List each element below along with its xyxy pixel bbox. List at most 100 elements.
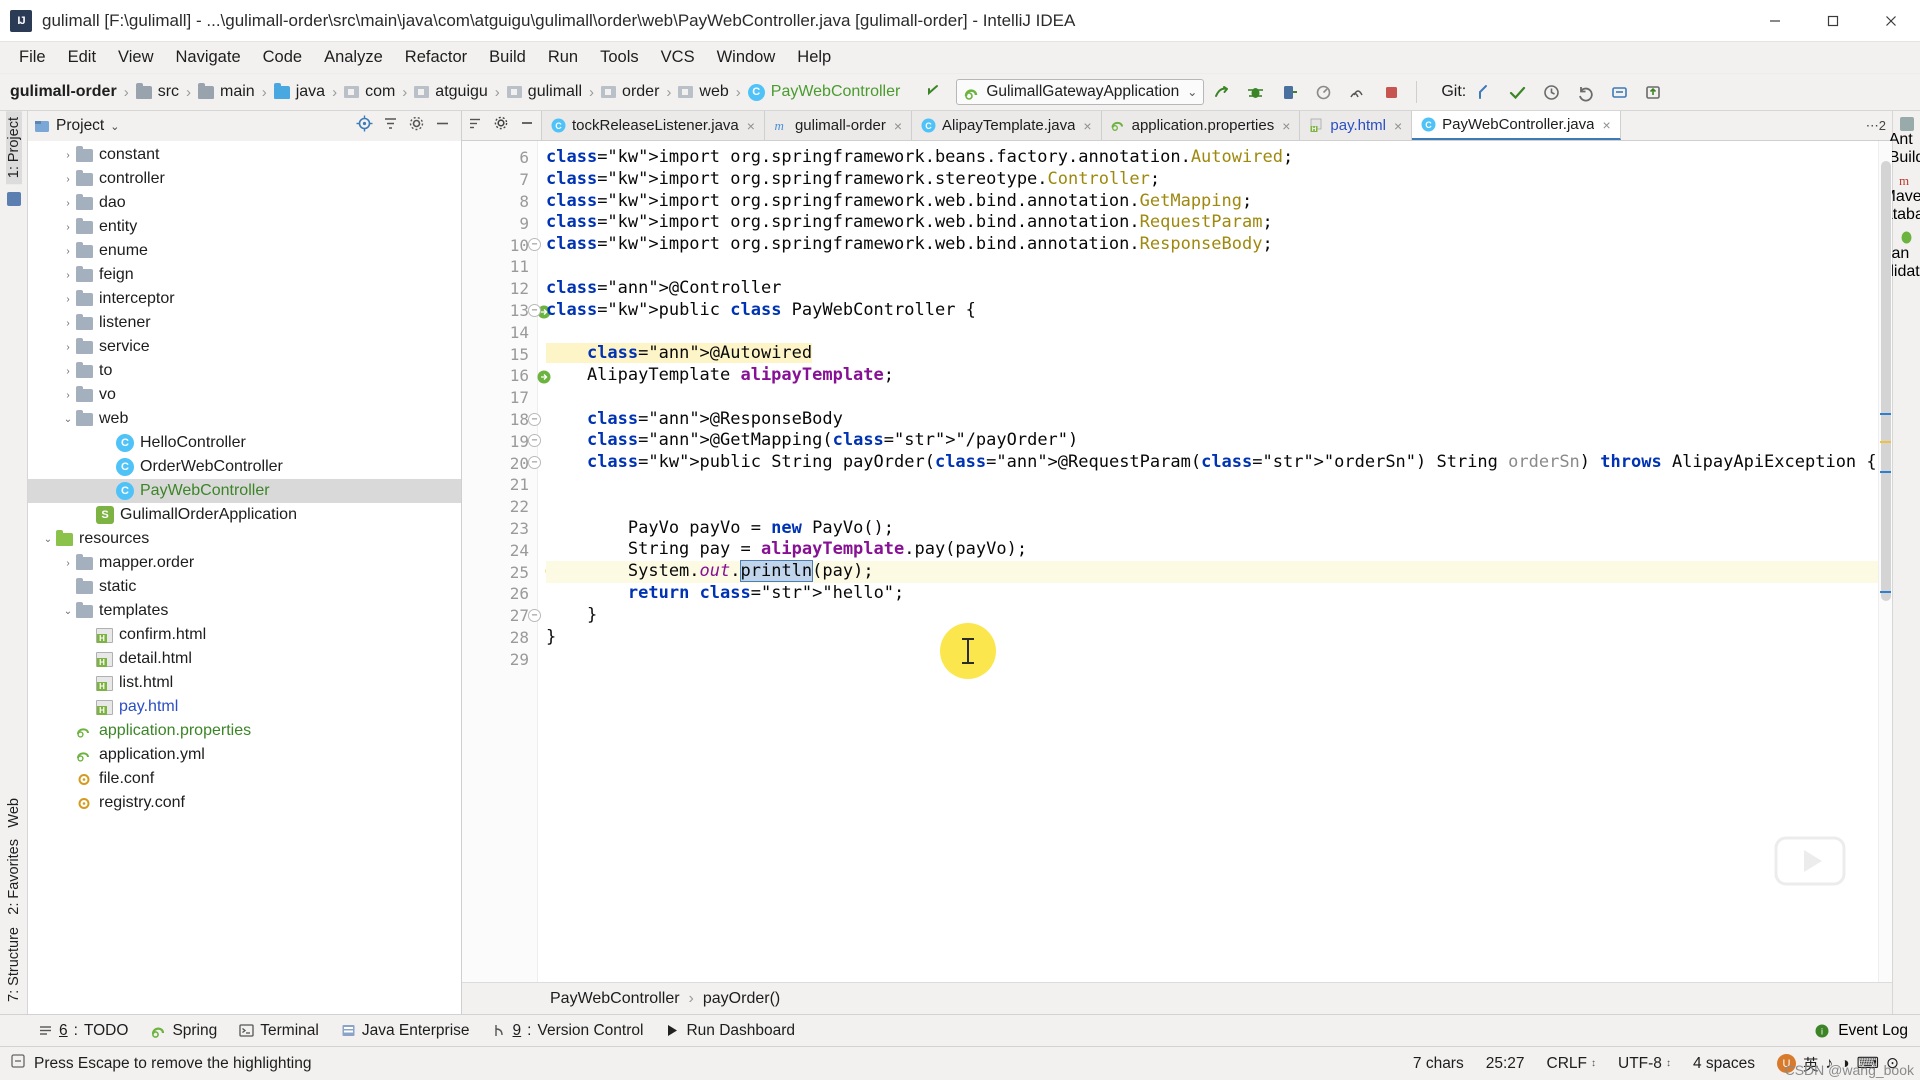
rail-item-web[interactable]: Web [6, 792, 22, 834]
rollback-icon[interactable] [1570, 77, 1600, 107]
code-line-14[interactable] [546, 321, 1878, 343]
breadcrumb-class[interactable]: C PayWebController [747, 83, 900, 101]
breadcrumb-java[interactable]: java [273, 82, 325, 101]
status-encoding[interactable]: UTF-8 ↕ [1607, 1055, 1682, 1073]
tree-item-listener[interactable]: › listener [28, 311, 461, 335]
breadcrumb-src[interactable]: src [135, 82, 179, 101]
tree-item-web[interactable]: ⌄ web [28, 407, 461, 431]
chevron-right-icon[interactable]: › [60, 774, 76, 785]
code-line-20[interactable]: class="kw">public String payOrder(class=… [546, 452, 1878, 474]
stop-icon[interactable] [1376, 77, 1406, 107]
chevron-right-icon[interactable]: › [60, 222, 76, 233]
code-editor[interactable]: 6 7 8 9 10−11 12 13−14 15 16 17 18−19−20−21 22 23 24 2… [462, 141, 1892, 982]
chevron-right-icon[interactable]: › [80, 630, 96, 641]
breadcrumb-atguigu[interactable]: atguigu [414, 83, 488, 101]
code-line-29[interactable] [546, 648, 1878, 670]
tree-item-mapper-order[interactable]: › mapper.order [28, 551, 461, 575]
breadcrumb-web[interactable]: web [678, 83, 729, 101]
chevron-right-icon[interactable]: › [60, 726, 76, 737]
breadcrumb-com[interactable]: com [344, 83, 395, 101]
breadcrumb-module[interactable]: gulimall-order [6, 83, 117, 101]
tree-item-to[interactable]: › to [28, 359, 461, 383]
menu-help[interactable]: Help [786, 45, 842, 70]
editor-tab-pay-html[interactable]: Hpay.html × [1300, 111, 1413, 140]
branch-icon[interactable] [1604, 77, 1634, 107]
close-icon[interactable]: × [1602, 117, 1610, 133]
chevron-right-icon[interactable]: › [80, 510, 96, 521]
menu-edit[interactable]: Edit [57, 45, 107, 70]
chevron-right-icon[interactable]: › [60, 798, 76, 809]
hide-panel-icon[interactable] [434, 115, 451, 137]
chevron-right-icon[interactable]: › [60, 582, 76, 593]
build-icon[interactable] [1342, 77, 1372, 107]
toolwindow-version-control[interactable]: 9: Version Control [492, 1022, 643, 1040]
tree-item-entity[interactable]: › entity [28, 215, 461, 239]
chevron-right-icon[interactable]: › [100, 462, 116, 473]
tree-item-list-html[interactable]: › list.html [28, 671, 461, 695]
close-icon[interactable]: × [894, 118, 902, 134]
chevron-right-icon[interactable]: › [100, 486, 116, 497]
chevron-right-icon[interactable]: › [80, 702, 96, 713]
commit-icon[interactable] [1502, 77, 1532, 107]
code-line-16[interactable]: AlipayTemplate alipayTemplate; [546, 365, 1878, 387]
chevron-right-icon[interactable]: › [60, 390, 76, 401]
code-line-17[interactable] [546, 387, 1878, 409]
chevron-right-icon[interactable]: › [60, 318, 76, 329]
tree-item-application-properties[interactable]: › application.properties [28, 719, 461, 743]
menu-tools[interactable]: Tools [589, 45, 650, 70]
code-line-27[interactable]: } [546, 605, 1878, 627]
chevron-down-icon[interactable]: ⌄ [60, 414, 76, 425]
tree-item-orderwebcontroller[interactable]: ›C OrderWebController [28, 455, 461, 479]
read-only-icon[interactable] [10, 1053, 26, 1074]
toolwindow-todo[interactable]: 6: TODO [38, 1022, 128, 1040]
code-line-9[interactable]: class="kw">import org.springframework.we… [546, 212, 1878, 234]
hide-editor-icon[interactable] [519, 115, 535, 136]
tree-item-file-conf[interactable]: › file.conf [28, 767, 461, 791]
chevron-right-icon[interactable]: › [60, 246, 76, 257]
code-line-19[interactable]: class="ann">@GetMapping(class="str">"/pa… [546, 430, 1878, 452]
breadcrumb-method-name[interactable]: payOrder() [703, 990, 780, 1008]
tree-item-vo[interactable]: › vo [28, 383, 461, 407]
tree-item-service[interactable]: › service [28, 335, 461, 359]
tree-item-detail-html[interactable]: › detail.html [28, 647, 461, 671]
breadcrumb-order[interactable]: order [601, 83, 659, 101]
code-line-11[interactable] [546, 256, 1878, 278]
tree-item-resources[interactable]: ⌄ resources [28, 527, 461, 551]
editor-tab-paywebcontroller-java[interactable]: C PayWebController.java × [1412, 111, 1621, 140]
editor-tab-alipaytemplate-java[interactable]: C AlipayTemplate.java × [912, 111, 1102, 140]
tree-item-confirm-html[interactable]: › confirm.html [28, 623, 461, 647]
tree-item-dao[interactable]: › dao [28, 191, 461, 215]
code-line-10[interactable]: class="kw">import org.springframework.we… [546, 234, 1878, 256]
breadcrumb-main[interactable]: main [198, 82, 255, 101]
tree-item-interceptor[interactable]: › interceptor [28, 287, 461, 311]
chevron-right-icon[interactable]: › [60, 366, 76, 377]
close-button[interactable] [1862, 0, 1920, 42]
code-line-13[interactable]: class="kw">public class PayWebController… [546, 300, 1878, 322]
editor-tab-tockreleaselistener-java[interactable]: CtockReleaseListener.java × [542, 111, 765, 140]
tree-item-application-yml[interactable]: › application.yml [28, 743, 461, 767]
editor-tab-application-properties[interactable]: application.properties × [1101, 111, 1301, 140]
close-icon[interactable]: × [1282, 118, 1290, 134]
rail-item-ant-build[interactable]: Ant Build [1889, 131, 1920, 167]
chevron-down-icon[interactable]: ⌄ [40, 534, 56, 545]
menu-file[interactable]: File [8, 45, 57, 70]
toolwindow-spring[interactable]: Spring [150, 1022, 217, 1040]
collapse-all-icon[interactable] [382, 115, 399, 137]
chevron-right-icon[interactable]: › [60, 558, 76, 569]
line-number-gutter[interactable]: 6 7 8 9 10−11 12 13−14 15 16 17 18−19−20−21 22 23 24 2… [462, 141, 557, 982]
settings-gear-icon[interactable] [408, 115, 425, 137]
editor-scrollbar[interactable] [1878, 141, 1892, 982]
rail-item-project[interactable]: 1: Project [5, 111, 22, 185]
push-icon[interactable] [1638, 77, 1668, 107]
menu-vcs[interactable]: VCS [650, 45, 706, 70]
chevron-right-icon[interactable]: › [80, 654, 96, 665]
chevron-right-icon[interactable]: › [60, 294, 76, 305]
status-indent[interactable]: 4 spaces [1682, 1055, 1766, 1073]
chevron-right-icon[interactable]: › [60, 174, 76, 185]
code-line-6[interactable]: class="kw">import org.springframework.be… [546, 147, 1878, 169]
chevron-right-icon[interactable]: › [80, 678, 96, 689]
toolwindow-terminal[interactable]: Terminal [239, 1022, 319, 1040]
chevron-down-icon[interactable]: ⌄ [60, 606, 76, 617]
code-line-28[interactable]: } [546, 627, 1878, 649]
settings-gear-icon[interactable] [493, 115, 509, 136]
